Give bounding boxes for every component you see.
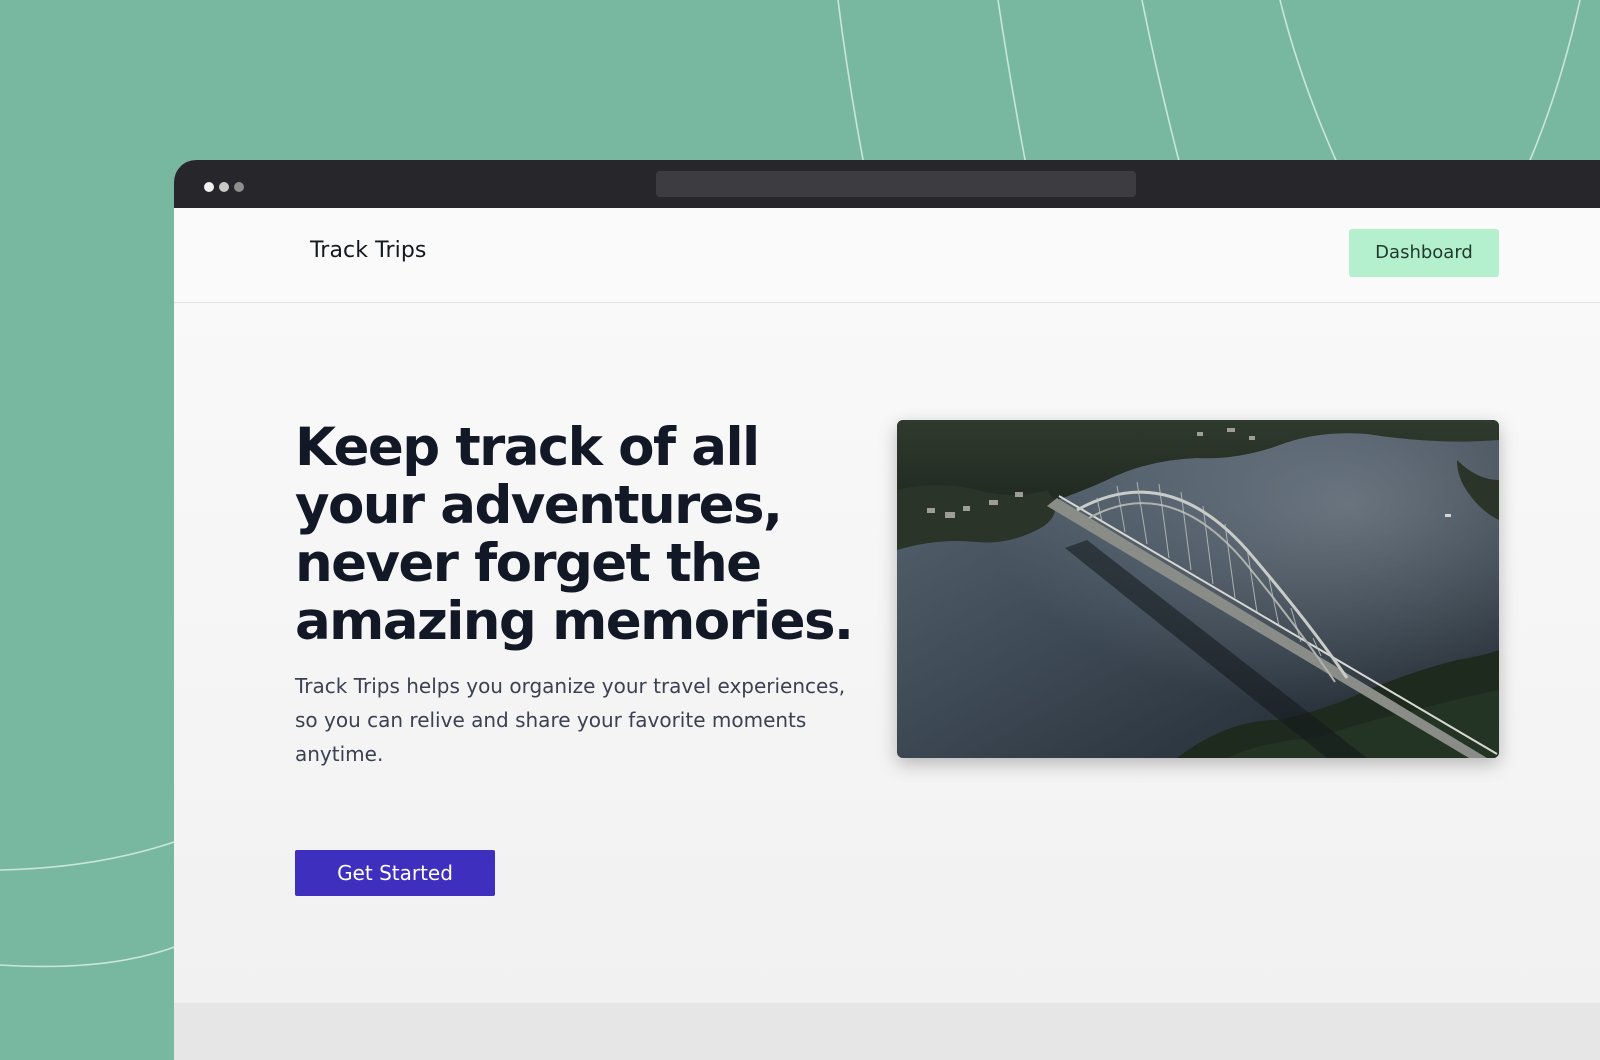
browser-window: Track Trips Dashboard Keep track of all …: [174, 160, 1600, 1060]
hero-bridge-image: [897, 420, 1499, 758]
window-dot-minimize[interactable]: [219, 182, 229, 192]
hero-description-line2: so you can relive and share your favorit…: [295, 708, 807, 766]
page-footer-strip: [174, 1003, 1600, 1060]
hero-section: Keep track of all your adventures, never…: [174, 303, 1600, 1003]
address-bar[interactable]: [656, 171, 1136, 197]
browser-titlebar: [174, 160, 1600, 208]
brand-name[interactable]: Track Trips: [310, 238, 426, 263]
window-dot-close[interactable]: [204, 182, 214, 192]
hero-description-line1: Track Trips helps you organize your trav…: [295, 674, 846, 698]
hero-headline: Keep track of all your adventures, never…: [295, 417, 854, 652]
window-controls: [204, 182, 244, 192]
window-dot-maximize[interactable]: [234, 182, 244, 192]
hero-description: Track Trips helps you organize your trav…: [295, 669, 855, 771]
site-navbar: Track Trips Dashboard: [174, 208, 1600, 303]
dashboard-button[interactable]: Dashboard: [1349, 229, 1499, 277]
get-started-button[interactable]: Get Started: [295, 850, 495, 896]
